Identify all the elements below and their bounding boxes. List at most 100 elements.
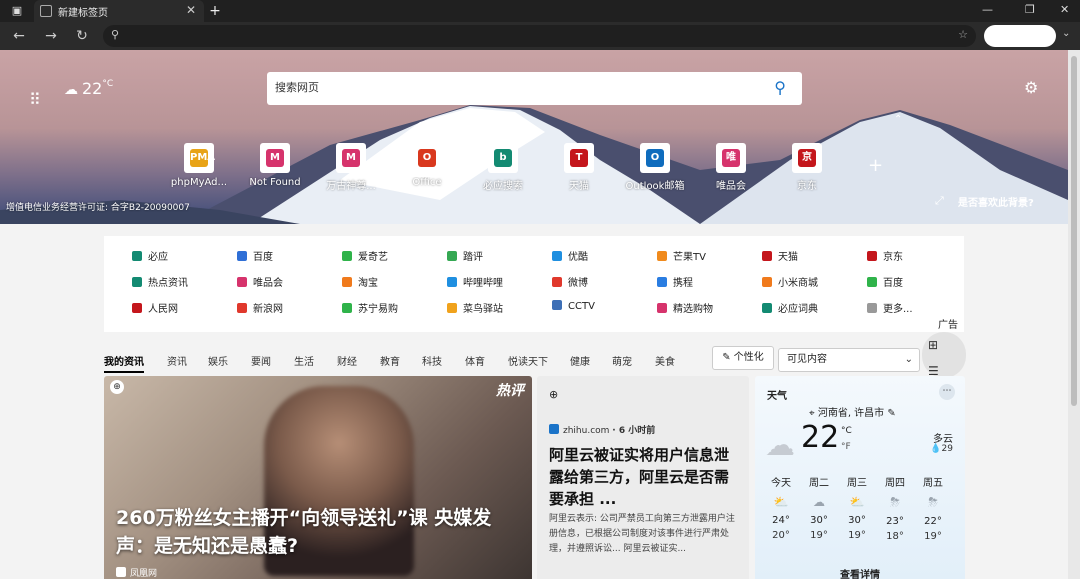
site-link-label: 热点资讯 [148, 278, 188, 289]
feed-tab[interactable]: 教育 [380, 353, 400, 368]
forecast-day[interactable]: 周三 ⛅ 30° 19° [839, 474, 875, 541]
icp-license-text[interactable]: 增值电信业务经营许可证: 合字B2-20090007 [6, 200, 190, 213]
weather-location[interactable]: ⌖ 河南省, 许昌市 ✎ [809, 404, 896, 419]
quick-link-tile: O [412, 143, 442, 173]
news-card[interactable]: ⊕ zhihu.com · 6 小时前 阿里云被证实将用户信息泄露给第三方，阿里… [537, 376, 749, 579]
feed-tab[interactable]: 美食 [655, 353, 675, 368]
gear-icon[interactable]: ⚙ [1024, 78, 1038, 97]
address-input[interactable] [131, 28, 931, 44]
site-link[interactable]: 百度 [237, 248, 337, 264]
site-link[interactable]: 精选购物 [657, 300, 757, 316]
feed-tab[interactable]: 科技 [422, 353, 442, 368]
quick-link[interactable]: M Not Found [236, 143, 314, 188]
site-link[interactable]: 必应 [132, 248, 232, 264]
feed-tab[interactable]: 我的资讯 [104, 353, 144, 373]
add-favorite-icon[interactable]: ☆ [958, 28, 968, 41]
site-link[interactable]: 京东 [867, 248, 967, 264]
site-link[interactable]: 人民网 [132, 300, 232, 316]
feed-tab[interactable]: 悦读天下 [508, 353, 548, 368]
feed-tab[interactable]: 体育 [465, 353, 485, 368]
site-link[interactable]: 苏宁易购 [342, 300, 442, 316]
site-link[interactable]: 热点资讯 [132, 274, 232, 290]
forecast-day[interactable]: 周四 ⛈ 23° 18° [877, 474, 913, 542]
quick-link[interactable]: M 万古神尊... [312, 143, 390, 192]
main-news-card[interactable]: ⊕ 热评 260万粉丝女主播开“向领导送礼”课 央媒发声：是无知还是愚蠢? 凤凰… [104, 376, 532, 579]
quick-link[interactable]: O Outlook邮箱 [616, 143, 694, 192]
feed-tab[interactable]: 资讯 [167, 353, 187, 368]
address-bar[interactable]: ⚲ ☆ [103, 25, 976, 47]
feed-tab[interactable]: 财经 [337, 353, 357, 368]
site-link[interactable]: 小米商城 [762, 274, 862, 290]
quick-link[interactable]: T 天猫 [540, 143, 618, 192]
close-window-icon[interactable]: ✕ [1060, 3, 1069, 16]
main-headline[interactable]: 260万粉丝女主播开“向领导送礼”课 央媒发声：是无知还是愚蠢? [116, 504, 516, 560]
refresh-icon[interactable]: ↻ [73, 27, 91, 45]
like-background-link[interactable]: 是否喜欢此背景? [958, 194, 1034, 209]
site-link[interactable]: 新浪网 [237, 300, 337, 316]
minimize-icon[interactable]: — [982, 3, 993, 16]
site-link[interactable]: 唯品会 [237, 274, 337, 290]
site-link[interactable]: 淘宝 [342, 274, 442, 290]
site-link[interactable]: 哔哩哔哩 [447, 274, 547, 290]
more-options-icon[interactable]: ⋯ [939, 384, 955, 400]
quick-link[interactable]: PMA phpMyAd... [160, 143, 238, 188]
site-link[interactable]: 爱奇艺 [342, 248, 442, 264]
unit-celsius[interactable]: °C [841, 426, 852, 436]
forecast-day[interactable]: 今天 ⛅ 24° 20° [763, 474, 799, 541]
quick-link[interactable]: 京京东 [768, 143, 846, 192]
site-link[interactable]: 微博 [552, 274, 652, 290]
quick-link[interactable]: O Office [388, 143, 466, 188]
profile-button[interactable] [984, 25, 1056, 47]
feed-tab[interactable]: 健康 [570, 353, 590, 368]
unit-fahrenheit[interactable]: °F [841, 442, 851, 452]
edit-icon[interactable]: ✎ [887, 408, 895, 419]
quick-link[interactable]: b 必应搜索 [464, 143, 542, 192]
maximize-icon[interactable]: ❐ [1025, 3, 1035, 16]
site-link[interactable]: 百度 [867, 274, 967, 290]
grid-layout-icon[interactable]: ⊞ [928, 338, 938, 352]
expand-icon[interactable]: ⤢ [935, 194, 944, 208]
search-icon[interactable]: ⚲ [774, 78, 786, 97]
search-input[interactable] [275, 81, 755, 94]
site-link-icon [657, 251, 667, 261]
tab-actions-icon[interactable]: ▣ [8, 2, 26, 20]
feed-tab[interactable]: 要闻 [251, 353, 271, 368]
site-link[interactable]: 天猫 [762, 248, 862, 264]
close-icon[interactable]: ✕ [186, 3, 196, 17]
apps-grid-icon[interactable]: ⠿ [29, 90, 41, 109]
feed-tab[interactable]: 萌宠 [612, 353, 632, 368]
site-link[interactable]: 更多... [867, 300, 967, 316]
site-link[interactable]: 菜鸟驿站 [447, 300, 547, 316]
tab-new-tab[interactable]: 新建标签页 ✕ [34, 0, 204, 22]
news-headline[interactable]: 阿里云被证实将用户信息泄露给第三方，阿里云是否需要承担 ... [549, 444, 739, 510]
site-link[interactable]: CCTV [552, 300, 652, 316]
forecast-day-name: 周三 [847, 478, 867, 489]
forecast-day[interactable]: 周二 ☁ 30° 19° [801, 474, 837, 541]
weather-mini[interactable]: ☁ 22°C [64, 79, 113, 98]
scrollbar-thumb[interactable] [1071, 56, 1077, 406]
menu-more-icon[interactable]: ⌄ [1062, 28, 1070, 39]
quick-link[interactable]: 唯唯品会 [692, 143, 770, 192]
weather-details-link[interactable]: 查看详情 [755, 566, 965, 579]
feed-tab[interactable]: 娱乐 [208, 353, 228, 368]
feed-tab[interactable]: 生活 [294, 353, 314, 368]
chevron-up-icon[interactable]: ⌃ [894, 114, 902, 125]
site-link[interactable]: 必应词典 [762, 300, 862, 316]
site-link-label: 小米商城 [778, 278, 818, 289]
forecast-day[interactable]: 周五 ⛈ 22° 19° [915, 474, 951, 542]
visible-content-select[interactable]: 可见内容 ⌄ [778, 348, 920, 372]
search-box[interactable]: ⚲ [267, 72, 802, 105]
back-icon[interactable]: ← [10, 27, 28, 45]
site-link[interactable]: 踏评 [447, 248, 547, 264]
add-quick-link-icon[interactable]: + [868, 155, 883, 176]
new-tab-button[interactable]: + [206, 2, 224, 20]
forward-icon[interactable]: → [42, 27, 60, 45]
weather-card[interactable]: 天气 ⋯ ⌖ 河南省, 许昌市 ✎ ☁ 22 °C °F 多云 💧29 今天 ⛅ 2… [755, 376, 965, 579]
site-link[interactable]: 芒果TV [657, 248, 757, 264]
site-link[interactable]: 携程 [657, 274, 757, 290]
scrollbar[interactable] [1068, 50, 1080, 579]
personalize-button[interactable]: ✎ 个性化 [712, 346, 774, 370]
site-link[interactable]: 优酷 [552, 248, 652, 264]
more-icon[interactable]: ⊕ [110, 380, 124, 394]
thunderstorm-icon: ⛈ [890, 495, 900, 509]
